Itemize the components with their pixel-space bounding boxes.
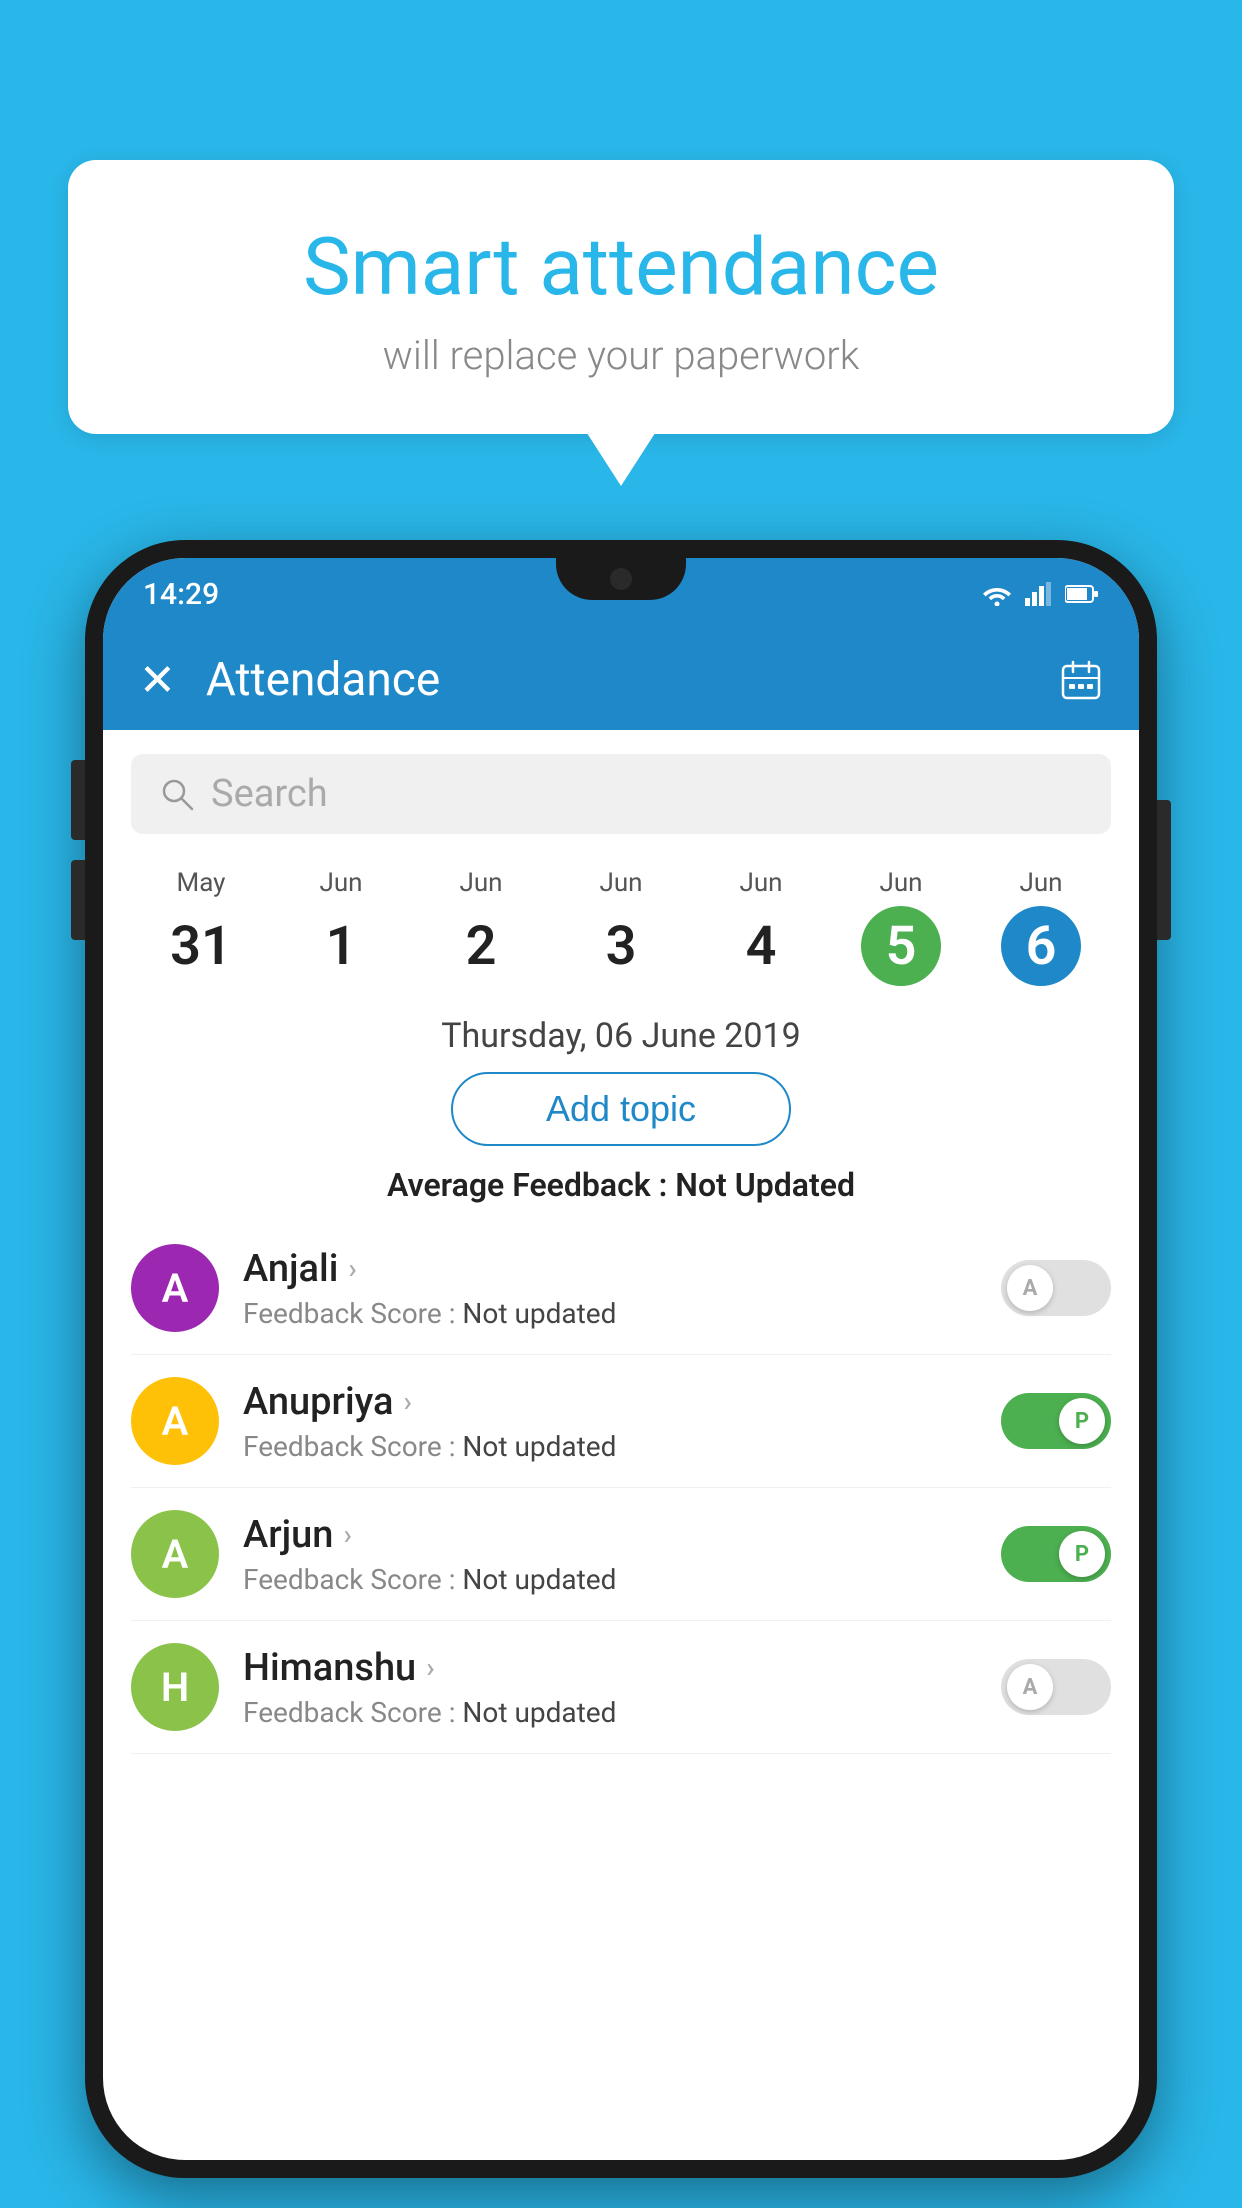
bubble-title: Smart attendance	[128, 220, 1114, 314]
search-placeholder: Search	[211, 772, 328, 816]
date-month-label: Jun	[971, 868, 1111, 898]
student-name[interactable]: Anjali ›	[243, 1247, 977, 1291]
avatar: A	[131, 1244, 219, 1332]
date-number: 1	[301, 906, 381, 986]
add-topic-button[interactable]: Add topic	[451, 1072, 791, 1146]
feedback-score: Feedback Score : Not updated	[243, 1297, 977, 1330]
avg-feedback: Average Feedback : Not Updated	[103, 1166, 1139, 1204]
phone-frame: 14:29	[85, 540, 1157, 2178]
notch	[556, 558, 686, 600]
toggle-knob: P	[1059, 1398, 1105, 1444]
chevron-icon: ›	[348, 1252, 356, 1285]
toggle-knob: P	[1059, 1531, 1105, 1577]
attendance-toggle[interactable]: P	[1001, 1393, 1111, 1449]
chevron-icon: ›	[403, 1385, 411, 1418]
date-cell[interactable]: Jun 6	[971, 868, 1111, 986]
battery-icon	[1065, 584, 1099, 604]
speech-bubble: Smart attendance will replace your paper…	[68, 160, 1174, 434]
calendar-icon[interactable]	[1059, 658, 1103, 702]
attendance-toggle[interactable]: A	[1001, 1260, 1111, 1316]
search-icon	[159, 776, 195, 812]
date-month-label: Jun	[271, 868, 411, 898]
date-number: 4	[721, 906, 801, 986]
date-month-label: Jun	[691, 868, 831, 898]
app-title: Attendance	[206, 653, 1059, 707]
avatar: A	[131, 1377, 219, 1465]
date-month-label: Jun	[551, 868, 691, 898]
date-number: 5	[861, 906, 941, 986]
student-list: AAnjali ›Feedback Score : Not updatedAAA…	[103, 1222, 1139, 1754]
selected-date: Thursday, 06 June 2019	[103, 1016, 1139, 1056]
date-picker-row: May 31 Jun 1 Jun 2 Jun 3 Jun 4 Jun 5 Jun 6	[103, 858, 1139, 996]
date-number: 2	[441, 906, 521, 986]
date-month-label: May	[131, 868, 271, 898]
vol-down-button	[71, 860, 85, 940]
date-cell[interactable]: May 31	[131, 868, 271, 986]
student-name[interactable]: Anupriya ›	[243, 1380, 977, 1424]
student-item: A Arjun › Feedback Score : Not updated P	[131, 1488, 1111, 1621]
feedback-score: Feedback Score : Not updated	[243, 1430, 977, 1463]
student-name[interactable]: Arjun ›	[243, 1513, 977, 1557]
wifi-icon	[981, 582, 1013, 606]
phone-screen: 14:29	[103, 558, 1139, 2160]
chevron-icon: ›	[343, 1518, 351, 1551]
signal-icon	[1025, 582, 1053, 606]
vol-up-button	[71, 760, 85, 840]
date-cell[interactable]: Jun 1	[271, 868, 411, 986]
date-cell[interactable]: Jun 2	[411, 868, 551, 986]
camera	[610, 568, 632, 590]
date-number: 31	[161, 906, 241, 986]
avg-feedback-label: Average Feedback :	[387, 1166, 667, 1204]
date-number: 3	[581, 906, 661, 986]
student-info: Anupriya › Feedback Score : Not updated	[243, 1380, 977, 1463]
student-info: Arjun › Feedback Score : Not updated	[243, 1513, 977, 1596]
student-item: A Anupriya › Feedback Score : Not updated P	[131, 1355, 1111, 1488]
student-item: A Anjali › Feedback Score : Not updated A	[131, 1222, 1111, 1355]
bubble-subtitle: will replace your paperwork	[128, 332, 1114, 379]
date-number: 6	[1001, 906, 1081, 986]
date-cell[interactable]: Jun 4	[691, 868, 831, 986]
avg-feedback-value: Not Updated	[675, 1166, 855, 1204]
close-button[interactable]: ✕	[139, 654, 176, 706]
date-cell[interactable]: Jun 5	[831, 868, 971, 986]
avatar: H	[131, 1643, 219, 1731]
student-info: Anjali › Feedback Score : Not updated	[243, 1247, 977, 1330]
date-month-label: Jun	[411, 868, 551, 898]
attendance-toggle[interactable]: P	[1001, 1526, 1111, 1582]
date-cell[interactable]: Jun 3	[551, 868, 691, 986]
search-bar[interactable]: Search	[131, 754, 1111, 834]
app-bar: ✕ Attendance	[103, 630, 1139, 730]
avatar: A	[131, 1510, 219, 1598]
toggle-knob: A	[1007, 1664, 1053, 1710]
attendance-toggle[interactable]: A	[1001, 1659, 1111, 1715]
toggle-knob: A	[1007, 1265, 1053, 1311]
status-icons	[981, 582, 1099, 606]
chevron-icon: ›	[426, 1651, 434, 1684]
student-item: H Himanshu › Feedback Score : Not updated A	[131, 1621, 1111, 1754]
feedback-score: Feedback Score : Not updated	[243, 1563, 977, 1596]
feedback-score: Feedback Score : Not updated	[243, 1696, 977, 1729]
student-name[interactable]: Himanshu ›	[243, 1646, 977, 1690]
date-month-label: Jun	[831, 868, 971, 898]
power-button	[1157, 800, 1171, 940]
status-time: 14:29	[143, 577, 219, 612]
student-info: Himanshu › Feedback Score : Not updated	[243, 1646, 977, 1729]
status-bar: 14:29	[103, 558, 1139, 630]
